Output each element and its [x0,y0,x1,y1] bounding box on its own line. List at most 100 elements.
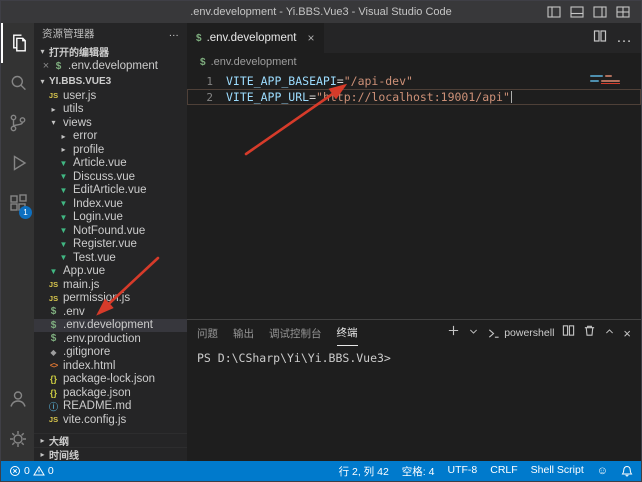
extensions-icon[interactable]: 1 [1,183,34,223]
run-debug-icon[interactable] [1,143,34,183]
chevron-right-icon: ▸ [57,145,70,154]
settings-gear-icon[interactable] [1,419,34,459]
vue-file-icon: ▼ [57,159,70,168]
tree-item-Discuss.vue[interactable]: ▼Discuss.vue [34,170,187,184]
error-icon [9,465,21,477]
tree-item-.env.development[interactable]: $.env.development [34,319,187,333]
tab-close-icon[interactable]: × [308,31,315,45]
code-token: = [309,90,316,104]
tree-item-main.js[interactable]: JSmain.js [34,278,187,292]
explorer-icon[interactable] [1,23,34,63]
minimap[interactable] [590,75,634,84]
terminal-dropdown-icon[interactable] [468,324,479,342]
tree-item-package-lock.json[interactable]: {}package-lock.json [34,373,187,387]
maximize-panel-icon[interactable] [604,324,615,342]
tree-item-utils[interactable]: ▸utils [34,103,187,117]
more-actions-icon[interactable]: … [616,29,632,47]
tree-item-NotFound.vue[interactable]: ▼NotFound.vue [34,224,187,238]
new-terminal-icon[interactable] [447,324,460,342]
status-item[interactable]: CRLF [490,464,517,479]
status-item[interactable]: 行 2, 列 42 [339,464,389,479]
tree-item-EditArticle.vue[interactable]: ▼EditArticle.vue [34,184,187,198]
tab-label: .env.development [207,32,297,44]
code-line-2[interactable]: 2VITE_APP_URL="http://localhost:19001/ap… [187,89,641,105]
project-header[interactable]: ▾ YI.BBS.VUE3 [34,73,187,89]
terminal-instance-powershell[interactable]: powershell [487,327,554,340]
file-label: package.json [63,387,131,399]
split-editor-icon[interactable] [593,29,607,48]
breadcrumb[interactable]: $ .env.development [187,53,641,71]
close-icon[interactable]: × [40,60,52,72]
code-token: VITE_APP_BASEAPI [226,74,337,88]
tree-item-index.html[interactable]: <>index.html [34,359,187,373]
extensions-badge: 1 [19,206,32,219]
file-label: .env.development [63,319,153,331]
code-editor[interactable]: 1VITE_APP_BASEAPI="/api-dev"2VITE_APP_UR… [187,71,641,319]
toggle-secondary-sidebar-icon[interactable] [590,4,610,20]
tree-item-Login.vue[interactable]: ▼Login.vue [34,211,187,225]
js-file-icon: JS [47,280,60,289]
file-label: App.vue [63,265,105,277]
file-label: permission.js [63,292,130,304]
minimap-link-mark [601,83,620,84]
tree-item-README.md[interactable]: ⓘREADME.md [34,400,187,414]
panel-tab-终端[interactable]: 终端 [337,320,358,346]
file-label: user.js [63,90,96,102]
tree-item-Article.vue[interactable]: ▼Article.vue [34,157,187,171]
outline-section-header[interactable]: ▸ 大纲 [34,433,187,447]
toggle-sidebar-icon[interactable] [544,4,564,20]
js-file-icon: JS [47,294,60,303]
panel-tab-调试控制台[interactable]: 调试控制台 [269,320,322,346]
text-cursor [511,91,512,103]
status-item[interactable]: UTF-8 [447,464,477,479]
file-label: .env [63,306,85,318]
tab-env-development[interactable]: $ .env.development × [187,23,324,53]
tree-item-Register.vue[interactable]: ▼Register.vue [34,238,187,252]
status-item[interactable]: 空格: 4 [402,464,435,479]
code-token: VITE_APP_URL [226,90,309,104]
source-control-icon[interactable] [1,103,34,143]
file-label: Index.vue [73,198,123,210]
chevron-right-icon: ▸ [36,450,49,459]
open-editors-header[interactable]: ▾ 打开的编辑器 [34,43,187,59]
panel-tab-输出[interactable]: 输出 [233,320,254,346]
tree-item-Test.vue[interactable]: ▼Test.vue [34,251,187,265]
open-editor-item[interactable]: × $ .env.development [34,59,187,73]
close-panel-icon[interactable]: × [623,327,631,340]
customize-layout-icon[interactable] [613,4,633,20]
vue-file-icon: ▼ [57,186,70,195]
file-label: main.js [63,279,99,291]
tree-item-profile[interactable]: ▸profile [34,143,187,157]
tree-item-.env.production[interactable]: $.env.production [34,332,187,346]
tree-item-user.js[interactable]: JSuser.js [34,89,187,103]
search-icon[interactable] [1,63,34,103]
terminal-output[interactable]: PS D:\CSharp\Yi\Yi.BBS.Vue3> [187,346,641,365]
status-item[interactable]: Shell Script [531,464,584,479]
tree-item-views[interactable]: ▾views [34,116,187,130]
file-label: Discuss.vue [73,171,135,183]
tree-item-package.json[interactable]: {}package.json [34,386,187,400]
tree-item-App.vue[interactable]: ▼App.vue [34,265,187,279]
toggle-panel-icon[interactable] [567,4,587,20]
tree-item-permission.js[interactable]: JSpermission.js [34,292,187,306]
vscode-window: .env.development - Yi.BBS.Vue3 - Visual … [0,0,642,482]
problems-indicator[interactable]: 0 0 [9,465,54,477]
file-label: Article.vue [73,157,127,169]
code-token: "/api-dev" [344,74,413,88]
panel-tab-问题[interactable]: 问题 [197,320,218,346]
tree-item-vite.config.js[interactable]: JSvite.config.js [34,413,187,427]
notifications-bell-icon[interactable] [621,465,633,477]
tree-item-.gitignore[interactable]: ◆.gitignore [34,346,187,360]
tree-item-.env[interactable]: $.env [34,305,187,319]
more-actions-icon[interactable]: … [169,27,180,39]
shell-file-icon: $ [52,61,65,72]
split-terminal-icon[interactable] [562,324,575,342]
feedback-smiley-icon[interactable]: ☺ [597,465,608,477]
tree-item-error[interactable]: ▸error [34,130,187,144]
account-icon[interactable] [1,379,34,419]
timeline-section-header[interactable]: ▸ 时间线 [34,447,187,461]
tree-item-Index.vue[interactable]: ▼Index.vue [34,197,187,211]
code-line-1[interactable]: 1VITE_APP_BASEAPI="/api-dev" [187,73,641,89]
kill-terminal-trash-icon[interactable] [583,324,596,342]
code-token: "http://localhost:19001/api" [316,90,510,105]
